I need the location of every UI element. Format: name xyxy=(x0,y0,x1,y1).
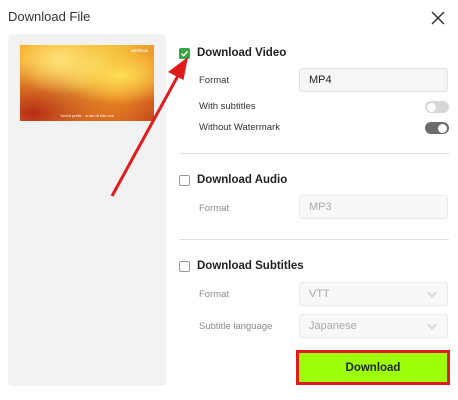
divider xyxy=(179,153,449,154)
download-video-label: Download Video xyxy=(197,47,287,59)
subtitles-format-label: Format xyxy=(199,289,230,300)
check-icon xyxy=(181,50,189,57)
divider xyxy=(179,239,449,240)
thumbnail-watermark: NETFLIX xyxy=(131,48,148,53)
download-video-option[interactable]: Download Video xyxy=(179,46,286,60)
download-subtitles-label: Download Subtitles xyxy=(197,260,304,272)
with-subtitles-label: With subtitles xyxy=(199,101,256,112)
video-format-field[interactable]: MP4 xyxy=(299,68,448,92)
chevron-down-icon xyxy=(427,292,437,298)
download-audio-checkbox[interactable] xyxy=(179,174,190,186)
audio-format-field[interactable]: MP3 xyxy=(299,195,448,219)
with-subtitles-toggle[interactable] xyxy=(425,101,449,113)
without-watermark-label: Without Watermark xyxy=(199,122,280,133)
video-thumbnail: NETFLIX You're pretti... a fan of this o… xyxy=(20,45,154,121)
dialog-title: Download File xyxy=(8,9,91,24)
download-button[interactable]: Download xyxy=(296,350,450,385)
download-subtitles-checkbox[interactable] xyxy=(179,260,190,272)
without-watermark-toggle[interactable] xyxy=(425,122,449,134)
thumbnail-subtitle: You're pretti... a fan of this one xyxy=(60,113,114,118)
download-video-checkbox[interactable] xyxy=(179,47,190,59)
audio-format-label: Format xyxy=(199,203,230,214)
subtitles-format-select[interactable]: VTT xyxy=(299,282,448,306)
download-subtitles-option[interactable]: Download Subtitles xyxy=(179,259,304,273)
subtitles-format-value: VTT xyxy=(309,288,330,300)
close-icon[interactable] xyxy=(430,10,446,26)
chevron-down-icon xyxy=(427,324,437,330)
video-format-label: Format xyxy=(199,75,230,86)
subtitle-language-value: Japanese xyxy=(309,320,357,332)
subtitle-language-select[interactable]: Japanese xyxy=(299,314,448,338)
download-audio-label: Download Audio xyxy=(197,174,288,186)
download-audio-option[interactable]: Download Audio xyxy=(179,173,287,187)
subtitle-language-label: Subtitle language xyxy=(199,321,273,332)
preview-panel: NETFLIX You're pretti... a fan of this o… xyxy=(8,34,166,386)
